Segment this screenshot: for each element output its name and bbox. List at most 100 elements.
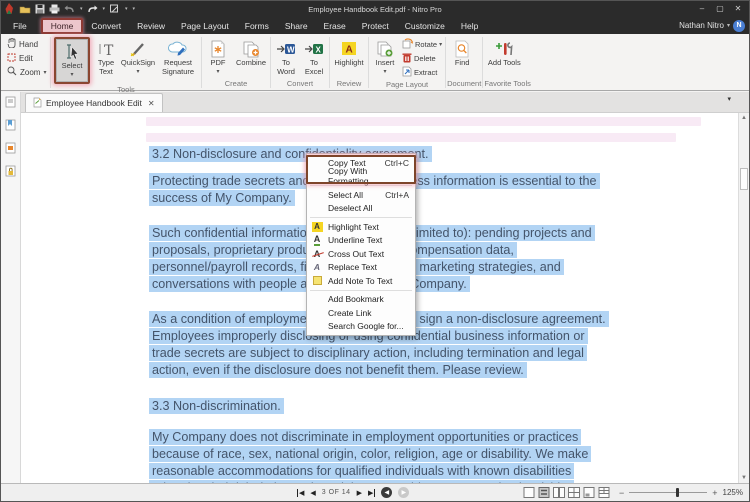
- first-page-button[interactable]: ◀: [297, 489, 304, 497]
- menu-item-deselect-all[interactable]: Deselect All: [307, 202, 415, 216]
- single-page-view-icon[interactable]: [523, 487, 535, 498]
- combine-button[interactable]: Combine: [233, 37, 269, 70]
- navigation-sidebar: [1, 92, 21, 483]
- grid-view-icon[interactable]: [568, 487, 580, 498]
- security-panel-icon[interactable]: [5, 164, 16, 182]
- save-icon[interactable]: [35, 4, 45, 14]
- selected-text-line[interactable]: trade secrets are subject to disciplinar…: [149, 345, 587, 361]
- zoom-slider-thumb[interactable]: [676, 488, 679, 497]
- print-icon[interactable]: [49, 4, 60, 14]
- last-page-button[interactable]: ▶: [368, 489, 375, 497]
- zoom-tool-button[interactable]: Zoom ▾: [7, 66, 49, 78]
- account-menu[interactable]: Nathan Nitro ▾ N: [679, 17, 745, 34]
- facing-pages-view-icon[interactable]: [553, 487, 565, 498]
- page-with-panel-view-icon[interactable]: [583, 487, 595, 498]
- rotate-button[interactable]: Rotate ▾: [400, 38, 444, 51]
- menu-item-select-all[interactable]: Select All Ctrl+A: [307, 188, 415, 202]
- pages-panel-icon[interactable]: [5, 95, 16, 113]
- minimize-button[interactable]: –: [693, 1, 711, 17]
- menu-item-search-google[interactable]: Search Google for...: [307, 320, 415, 334]
- continuous-view-icon[interactable]: [538, 487, 550, 498]
- tab-protect[interactable]: Protect: [354, 19, 397, 33]
- undo-dropdown-icon[interactable]: ▾: [80, 6, 83, 12]
- vertical-scrollbar[interactable]: ▲ ▼: [738, 113, 749, 483]
- selected-text-line[interactable]: action, even if the disclosure does not …: [149, 362, 527, 378]
- tab-file[interactable]: File: [1, 19, 41, 33]
- selected-text-line[interactable]: success of My Company.: [149, 190, 295, 206]
- zoom-level: 125%: [723, 488, 743, 497]
- customize-qat-icon[interactable]: ▾: [133, 6, 136, 12]
- stamp-dropdown-icon[interactable]: ▾: [125, 6, 128, 12]
- selected-text-line[interactable]: because of race, sex, national origin, c…: [149, 446, 591, 462]
- selected-text-line[interactable]: My Company does not discriminate in empl…: [149, 429, 581, 445]
- scroll-down-icon[interactable]: ▼: [739, 475, 749, 481]
- pdf-button[interactable]: PDF ▾: [203, 37, 233, 78]
- redo-dropdown-icon[interactable]: ▾: [103, 6, 106, 12]
- menu-item-highlight-text[interactable]: Highlight Text: [307, 220, 415, 234]
- scroll-up-icon[interactable]: ▲: [739, 115, 749, 121]
- tab-home[interactable]: Home: [41, 18, 84, 34]
- quicksign-button[interactable]: QuickSign ▾: [120, 37, 156, 78]
- previous-view-button[interactable]: ◀: [381, 487, 392, 498]
- open-icon[interactable]: [19, 5, 31, 14]
- to-excel-icon: X: [304, 39, 324, 59]
- menu-item-add-bookmark[interactable]: Add Bookmark: [307, 293, 415, 307]
- scrollbar-thumb[interactable]: [740, 168, 748, 190]
- menu-item-copy-with-formatting[interactable]: Copy With Formatting: [307, 170, 415, 184]
- tab-help[interactable]: Help: [453, 19, 486, 33]
- close-button[interactable]: ✕: [729, 1, 747, 17]
- tab-convert[interactable]: Convert: [83, 19, 129, 33]
- page-indicator: 3 OF 14: [322, 489, 351, 496]
- selected-text-line[interactable]: reasonable accommodations for qualified …: [149, 463, 574, 479]
- group-label-page-layout: Page Layout: [370, 79, 444, 91]
- comments-panel-icon[interactable]: [5, 141, 16, 159]
- zoom-out-button[interactable]: −: [619, 488, 624, 498]
- group-label-convert: Convert: [272, 78, 328, 90]
- document-tab[interactable]: Employee Handbook Edit ✕: [25, 93, 163, 112]
- cross-out-text-icon: [311, 248, 323, 259]
- request-signature-button[interactable]: Request Signature: [156, 37, 200, 78]
- undo-icon[interactable]: [64, 5, 75, 14]
- previous-page-button[interactable]: ◀: [310, 489, 315, 497]
- grid-with-panel-view-icon[interactable]: [598, 487, 610, 498]
- to-excel-button[interactable]: X To Excel: [300, 37, 328, 78]
- ribbon-separator: [482, 37, 483, 88]
- extract-button[interactable]: Extract: [400, 66, 444, 79]
- menu-item-create-link[interactable]: Create Link: [307, 306, 415, 320]
- tab-overflow-icon[interactable]: ▾: [727, 95, 731, 103]
- tab-page-layout[interactable]: Page Layout: [173, 19, 237, 33]
- add-tools-button[interactable]: Add Tools: [484, 37, 524, 70]
- edit-tool-button[interactable]: Edit: [7, 52, 49, 64]
- quick-access-toolbar: ▾ ▾ ▾ ▾: [1, 3, 135, 15]
- zoom-slider[interactable]: [629, 492, 707, 493]
- tab-share[interactable]: Share: [277, 19, 316, 33]
- tab-customize[interactable]: Customize: [397, 19, 453, 33]
- highlight-button[interactable]: A Highlight: [331, 37, 367, 70]
- next-view-button[interactable]: ▶: [398, 487, 409, 498]
- menu-item-cross-out-text[interactable]: Cross Out Text: [307, 247, 415, 261]
- zoom-in-button[interactable]: +: [712, 488, 717, 498]
- hand-tool-button[interactable]: Hand: [7, 38, 49, 50]
- bookmarks-panel-icon[interactable]: [5, 118, 16, 136]
- delete-button[interactable]: Delete: [400, 52, 444, 65]
- stamp-icon[interactable]: [109, 4, 120, 14]
- next-page-button[interactable]: ▶: [357, 489, 362, 497]
- maximize-button[interactable]: ▢: [711, 1, 729, 17]
- tab-forms[interactable]: Forms: [237, 19, 277, 33]
- menu-item-underline-text[interactable]: Underline Text: [307, 234, 415, 248]
- insert-button[interactable]: Insert ▾: [370, 37, 400, 78]
- tab-review[interactable]: Review: [129, 19, 173, 33]
- menu-item-add-note-to-text[interactable]: Add Note To Text: [307, 274, 415, 288]
- avatar[interactable]: N: [733, 20, 745, 32]
- menu-item-replace-text[interactable]: Replace Text: [307, 261, 415, 275]
- selected-text-line[interactable]: 3.3 Non-discrimination.: [149, 398, 284, 414]
- to-word-button[interactable]: W To Word: [272, 37, 300, 78]
- select-button[interactable]: Select ▾: [56, 39, 88, 82]
- type-text-button[interactable]: T Type Text: [92, 37, 120, 78]
- delete-icon: [402, 52, 412, 65]
- close-tab-icon[interactable]: ✕: [148, 99, 155, 108]
- ribbon-group-review: A Highlight Review: [331, 35, 367, 90]
- redo-icon[interactable]: [87, 5, 98, 14]
- tab-erase[interactable]: Erase: [316, 19, 354, 33]
- find-button[interactable]: Find: [447, 37, 477, 70]
